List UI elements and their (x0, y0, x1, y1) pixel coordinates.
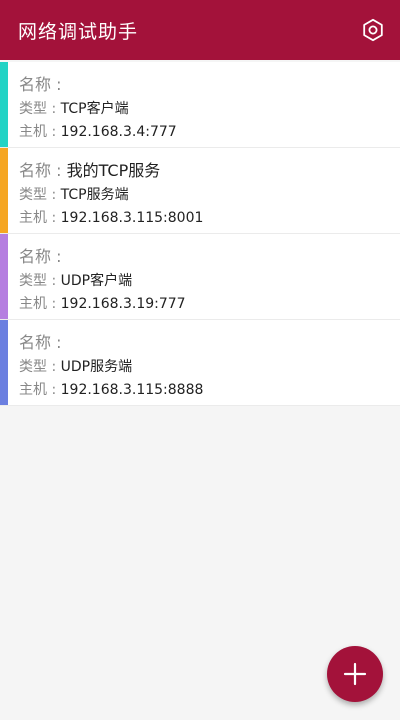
app-bar: 网络调试助手 (0, 0, 400, 60)
accent-bar (0, 234, 8, 319)
type-row: 类型 : UDP服务端 (19, 356, 400, 379)
name-row: 名称 : 我的TCP服务 (19, 158, 400, 184)
host-row: 主机 : 192.168.3.115:8001 (19, 207, 400, 230)
accent-bar (0, 62, 8, 147)
plus-icon (343, 662, 367, 686)
type-value: TCP服务端 (60, 187, 129, 203)
name-label: 名称 : (19, 161, 67, 180)
type-value: UDP客户端 (60, 273, 133, 289)
connection-item-udp-server[interactable]: 名称 : 类型 : UDP服务端 主机 : 192.168.3.115:8888 (0, 320, 400, 406)
host-value: 192.168.3.115:8001 (60, 210, 204, 226)
type-value: UDP服务端 (60, 359, 133, 375)
type-label: 类型 : (19, 101, 61, 117)
name-label: 名称 : (19, 333, 62, 352)
name-row: 名称 : (19, 244, 400, 270)
host-row: 主机 : 192.168.3.115:8888 (19, 379, 400, 402)
accent-bar (0, 320, 8, 405)
name-label: 名称 : (19, 75, 62, 94)
host-row: 主机 : 192.168.3.4:777 (19, 121, 400, 144)
type-row: 类型 : UDP客户端 (19, 270, 400, 293)
settings-icon[interactable] (360, 17, 386, 43)
host-label: 主机 : (19, 210, 61, 226)
connection-item-tcp-server[interactable]: 名称 : 我的TCP服务 类型 : TCP服务端 主机 : 192.168.3.… (0, 148, 400, 234)
type-label: 类型 : (19, 187, 61, 203)
type-row: 类型 : TCP客户端 (19, 98, 400, 121)
name-row: 名称 : (19, 72, 400, 98)
accent-bar (0, 148, 8, 233)
connection-item-udp-client[interactable]: 名称 : 类型 : UDP客户端 主机 : 192.168.3.19:777 (0, 234, 400, 320)
name-row: 名称 : (19, 330, 400, 356)
host-value: 192.168.3.115:8888 (60, 382, 204, 398)
connection-item-tcp-client[interactable]: 名称 : 类型 : TCP客户端 主机 : 192.168.3.4:777 (0, 62, 400, 148)
host-value: 192.168.3.4:777 (60, 124, 177, 140)
host-label: 主机 : (19, 124, 61, 140)
type-label: 类型 : (19, 359, 61, 375)
name-value: 我的TCP服务 (66, 161, 161, 180)
host-row: 主机 : 192.168.3.19:777 (19, 293, 400, 316)
name-label: 名称 : (19, 247, 62, 266)
app-title: 网络调试助手 (18, 20, 139, 43)
host-value: 192.168.3.19:777 (60, 296, 186, 312)
type-label: 类型 : (19, 273, 61, 289)
host-label: 主机 : (19, 296, 61, 312)
host-label: 主机 : (19, 382, 61, 398)
type-value: TCP客户端 (60, 101, 129, 117)
type-row: 类型 : TCP服务端 (19, 184, 400, 207)
connection-list: 名称 : 类型 : TCP客户端 主机 : 192.168.3.4:777 名称… (0, 62, 400, 406)
add-connection-button[interactable] (327, 646, 383, 702)
